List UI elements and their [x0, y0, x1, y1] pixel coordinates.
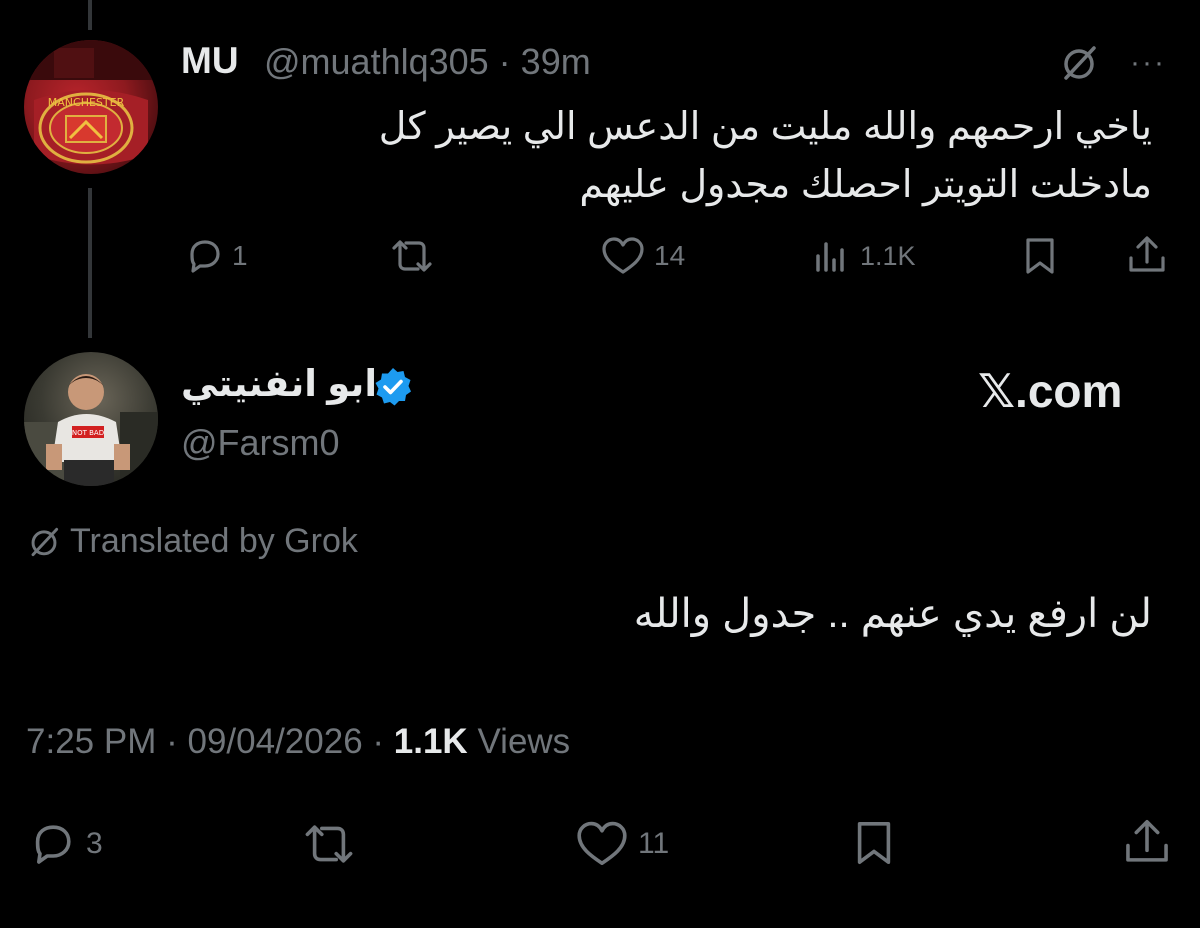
- more-options-icon[interactable]: ···: [1130, 48, 1166, 78]
- translated-by-grok[interactable]: Translated by Grok: [28, 522, 358, 561]
- share-icon: [1129, 236, 1165, 272]
- svg-text:NOT BAD: NOT BAD: [72, 429, 104, 437]
- grok-icon: [31, 527, 59, 556]
- like-count: 11: [638, 827, 670, 860]
- tweet-text-line: ياخي ارحمهم والله مليت من الدعس الي يصير…: [378, 106, 1152, 148]
- repost-icon: [392, 240, 432, 272]
- bookmark-icon: [857, 822, 891, 864]
- views-button[interactable]: 1.1K: [812, 236, 916, 276]
- repost-button[interactable]: [388, 236, 436, 276]
- verified-badge-icon: [372, 366, 414, 408]
- repost-button[interactable]: [300, 820, 358, 868]
- x-com-watermark: 𝕏.com: [978, 365, 1123, 417]
- views-count: 1.1K: [393, 722, 468, 761]
- meta-separator: ·: [166, 722, 188, 761]
- reply-icon: [35, 825, 71, 864]
- tweet-time[interactable]: 7:25 PM: [26, 722, 156, 761]
- like-button[interactable]: 14: [600, 236, 685, 276]
- tweet-date[interactable]: 09/04/2026: [187, 722, 362, 761]
- avatar[interactable]: NOT BAD: [24, 352, 158, 486]
- svg-text:MANCHESTER: MANCHESTER: [48, 96, 125, 109]
- bookmark-button[interactable]: [850, 818, 898, 868]
- bookmark-icon: [1026, 238, 1054, 274]
- translated-label: Translated by Grok: [70, 522, 358, 560]
- author-name[interactable]: ابو انفنيتي: [181, 362, 377, 405]
- tweet-text: لن ارفع يدي عنهم .. جدول والله: [633, 592, 1152, 636]
- thread-connector-top: [88, 0, 92, 30]
- heart-icon: [602, 237, 644, 274]
- view-count: 1.1K: [860, 240, 916, 271]
- share-icon: [1126, 819, 1168, 862]
- author-handle[interactable]: @Farsm0: [181, 422, 340, 464]
- tweet-meta: 7:25 PM · 09/04/2026 · 1.1K Views: [26, 722, 570, 762]
- heart-icon: [577, 821, 627, 865]
- tweet-text-line: مادخلت التويتر احصلك مجدول عليهم: [579, 164, 1152, 206]
- reply-button[interactable]: 1: [184, 236, 248, 276]
- thread-connector: [88, 188, 92, 338]
- meta-separator: ·: [372, 722, 394, 761]
- tweet-text: ياخي ارحمهم والله مليت من الدعس الي يصير…: [252, 98, 1152, 214]
- like-button[interactable]: 11: [574, 820, 669, 868]
- author-name[interactable]: MU: [181, 40, 239, 82]
- avatar[interactable]: MANCHESTER: [24, 40, 158, 174]
- share-button[interactable]: [1122, 816, 1172, 868]
- reply-count: 3: [86, 827, 103, 860]
- repost-icon: [305, 825, 353, 863]
- author-handle-time[interactable]: @muathlq305 · 39m: [264, 41, 591, 83]
- views-label: Views: [477, 722, 571, 761]
- share-button[interactable]: [1126, 234, 1168, 276]
- reply-button[interactable]: 3: [26, 820, 103, 868]
- reply-count: 1: [232, 240, 248, 271]
- like-count: 14: [654, 240, 686, 271]
- bookmark-button[interactable]: [1020, 236, 1060, 276]
- analytics-icon: [816, 242, 844, 272]
- reply-icon: [190, 240, 220, 273]
- grok-icon[interactable]: [1060, 44, 1098, 82]
